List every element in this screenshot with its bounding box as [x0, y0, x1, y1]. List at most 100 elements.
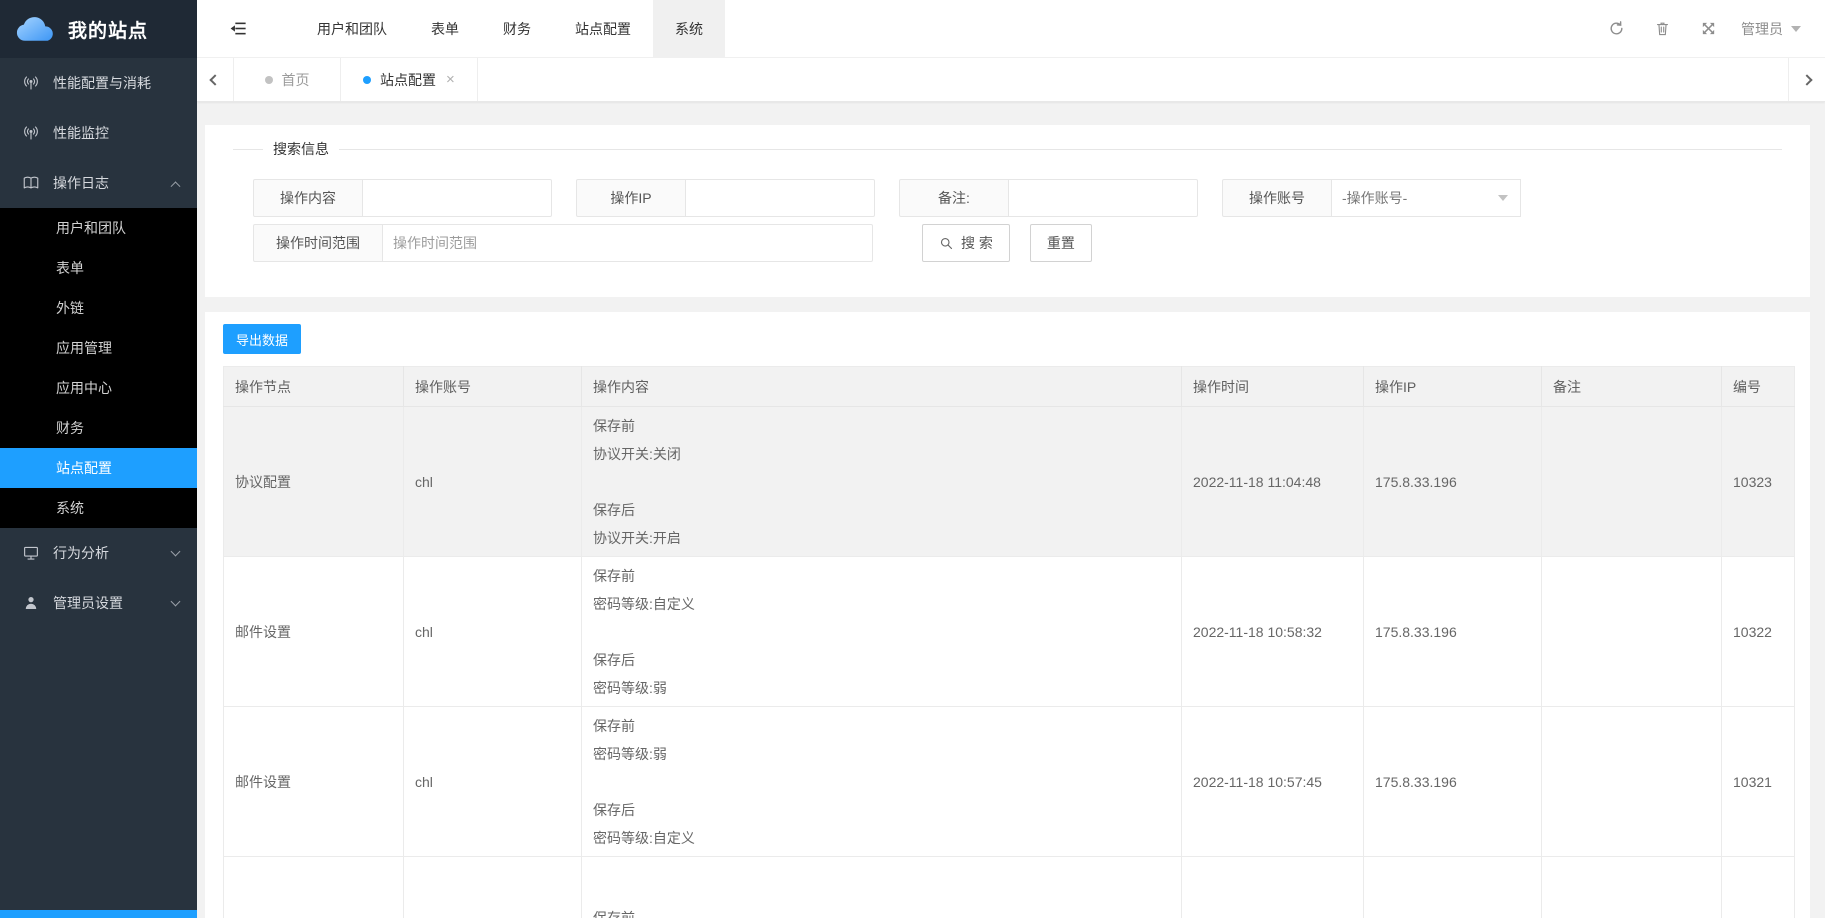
column-header: 操作节点: [224, 367, 404, 407]
fullscreen-icon[interactable]: [1685, 0, 1731, 58]
page-tab-home[interactable]: 首页: [234, 58, 341, 101]
sidebar-item-operation-log[interactable]: 操作日志: [0, 158, 197, 208]
sidebar-item-admin-settings[interactable]: 管理员设置: [0, 578, 197, 628]
tab-dot-icon: [265, 76, 273, 84]
chevron-left-icon: [209, 74, 220, 85]
content-line: 密码等级:自定义: [593, 590, 1170, 618]
table-row: 邮件设置 chl 保存前 密码等级:自定义 2022-11-17 18:21:4…: [224, 857, 1795, 918]
cell-content: 保存前 密码等级:自定义: [582, 857, 1182, 918]
sidebar-item-performance-config[interactable]: 性能配置与消耗: [0, 58, 197, 108]
cell-remark: [1542, 857, 1722, 918]
content-line: 保存前: [593, 904, 1170, 918]
top-header: 用户和团队 表单 财务 站点配置 系统: [197, 0, 1825, 58]
log-table-panel: 导出数据 操作节点 操作账号 操作内容 操作时间 操作IP 备注: [205, 312, 1810, 918]
operation-content-input[interactable]: [362, 179, 552, 217]
column-header: 操作IP: [1364, 367, 1542, 407]
app-root: 我的站点 性能配置与消耗 性能监控: [0, 0, 1825, 918]
content-line: 密码等级:自定义: [593, 824, 1170, 852]
cell-id: 10323: [1722, 407, 1795, 557]
field-operation-ip: 操作IP: [576, 179, 875, 217]
submenu-item-system[interactable]: 系统: [0, 488, 197, 528]
table-header-row: 操作节点 操作账号 操作内容 操作时间 操作IP 备注 编号: [224, 367, 1795, 407]
table-row: 协议配置 chl 保存前 协议开关:关闭 保存后 协议开关:开启 2022-11…: [224, 407, 1795, 557]
column-header: 备注: [1542, 367, 1722, 407]
search-button[interactable]: 搜 索: [922, 224, 1010, 262]
column-header: 编号: [1722, 367, 1795, 407]
search-row-1: 操作内容 操作IP 备注: 操作账号: [253, 179, 1782, 217]
cell-content: 保存前 密码等级:弱 保存后 密码等级:自定义: [582, 707, 1182, 857]
user-name: 管理员: [1741, 19, 1783, 39]
top-tab-finance[interactable]: 财务: [481, 0, 553, 58]
submenu-item-app-center[interactable]: 应用中心: [0, 368, 197, 408]
cell-node: 邮件设置: [224, 557, 404, 707]
close-icon[interactable]: ×: [446, 72, 455, 87]
content-line: 密码等级:弱: [593, 740, 1170, 768]
submenu-item-users-teams[interactable]: 用户和团队: [0, 208, 197, 248]
field-label: 操作内容: [253, 179, 363, 217]
content-line: 保存前: [593, 712, 1170, 740]
search-fieldset: 搜索信息 操作内容 操作IP 备注:: [233, 139, 1782, 269]
cell-remark: [1542, 407, 1722, 557]
submenu-item-site-config[interactable]: 站点配置: [0, 448, 197, 488]
logo[interactable]: 我的站点: [0, 0, 197, 58]
main-area: 用户和团队 表单 财务 站点配置 系统: [197, 0, 1825, 918]
field-operation-account: 操作账号 -操作账号-: [1222, 179, 1521, 217]
cell-remark: [1542, 707, 1722, 857]
content-line: [593, 468, 1170, 496]
reset-button[interactable]: 重置: [1030, 224, 1092, 262]
remark-input[interactable]: [1008, 179, 1198, 217]
field-time-range: 操作时间范围: [253, 224, 873, 262]
table-row: 邮件设置 chl 保存前 密码等级:自定义 保存后 密码等级:弱 2022-11…: [224, 557, 1795, 707]
top-tab-site-config[interactable]: 站点配置: [553, 0, 653, 58]
time-range-input[interactable]: [382, 224, 873, 262]
cell-id: 10320: [1722, 857, 1795, 918]
user-menu[interactable]: 管理员: [1741, 19, 1801, 39]
account-select[interactable]: -操作账号-: [1331, 179, 1521, 217]
trash-icon[interactable]: [1639, 0, 1685, 58]
tab-scroll-right-button[interactable]: [1788, 58, 1825, 101]
cell-time: 2022-11-17 18:21:43: [1182, 857, 1364, 918]
content-line: 保存后: [593, 646, 1170, 674]
sidebar-bottom-highlight: [0, 910, 197, 918]
field-label: 操作IP: [576, 179, 686, 217]
table-row: 邮件设置 chl 保存前 密码等级:弱 保存后 密码等级:自定义 2022-11…: [224, 707, 1795, 857]
cell-time: 2022-11-18 10:57:45: [1182, 707, 1364, 857]
sidebar-item-behavior-analysis[interactable]: 行为分析: [0, 528, 197, 578]
top-tab-forms[interactable]: 表单: [409, 0, 481, 58]
top-tab-users-teams[interactable]: 用户和团队: [295, 0, 409, 58]
signal-icon: [22, 124, 40, 142]
export-data-button[interactable]: 导出数据: [223, 324, 301, 354]
chevron-down-icon: [171, 546, 181, 556]
sidebar-item-performance-monitor[interactable]: 性能监控: [0, 108, 197, 158]
caret-down-icon: [1498, 195, 1508, 201]
sidebar-item-label: 性能配置与消耗: [53, 73, 179, 93]
cell-ip: 175.8.33.196: [1364, 857, 1542, 918]
submenu-item-app-management[interactable]: 应用管理: [0, 328, 197, 368]
refresh-icon[interactable]: [1593, 0, 1639, 58]
column-header: 操作账号: [404, 367, 582, 407]
cell-content: 保存前 密码等级:自定义 保存后 密码等级:弱: [582, 557, 1182, 707]
tab-scroll-left-button[interactable]: [197, 58, 234, 101]
chevron-down-icon: [171, 596, 181, 606]
cell-ip: 175.8.33.196: [1364, 407, 1542, 557]
content-line: [593, 768, 1170, 796]
submenu-item-forms[interactable]: 表单: [0, 248, 197, 288]
submenu-item-finance[interactable]: 财务: [0, 408, 197, 448]
operation-ip-input[interactable]: [685, 179, 875, 217]
book-icon: [22, 174, 40, 192]
field-label: 备注:: [899, 179, 1009, 217]
search-panel: 搜索信息 操作内容 操作IP 备注:: [205, 125, 1810, 297]
collapse-sidebar-icon[interactable]: [209, 0, 267, 58]
page-content: 搜索信息 操作内容 操作IP 备注:: [197, 102, 1825, 918]
cell-time: 2022-11-18 11:04:48: [1182, 407, 1364, 557]
page-tab-site-config[interactable]: 站点配置 ×: [341, 58, 478, 101]
cell-time: 2022-11-18 10:58:32: [1182, 557, 1364, 707]
sidebar-item-label: 性能监控: [53, 123, 179, 143]
content-line: 保存前: [593, 412, 1170, 440]
top-tab-system[interactable]: 系统: [653, 0, 725, 58]
content-line: 协议开关:开启: [593, 524, 1170, 552]
content-line: 密码等级:弱: [593, 674, 1170, 702]
caret-down-icon: [1791, 26, 1801, 32]
submenu-item-external-links[interactable]: 外链: [0, 288, 197, 328]
search-icon: [939, 236, 954, 251]
